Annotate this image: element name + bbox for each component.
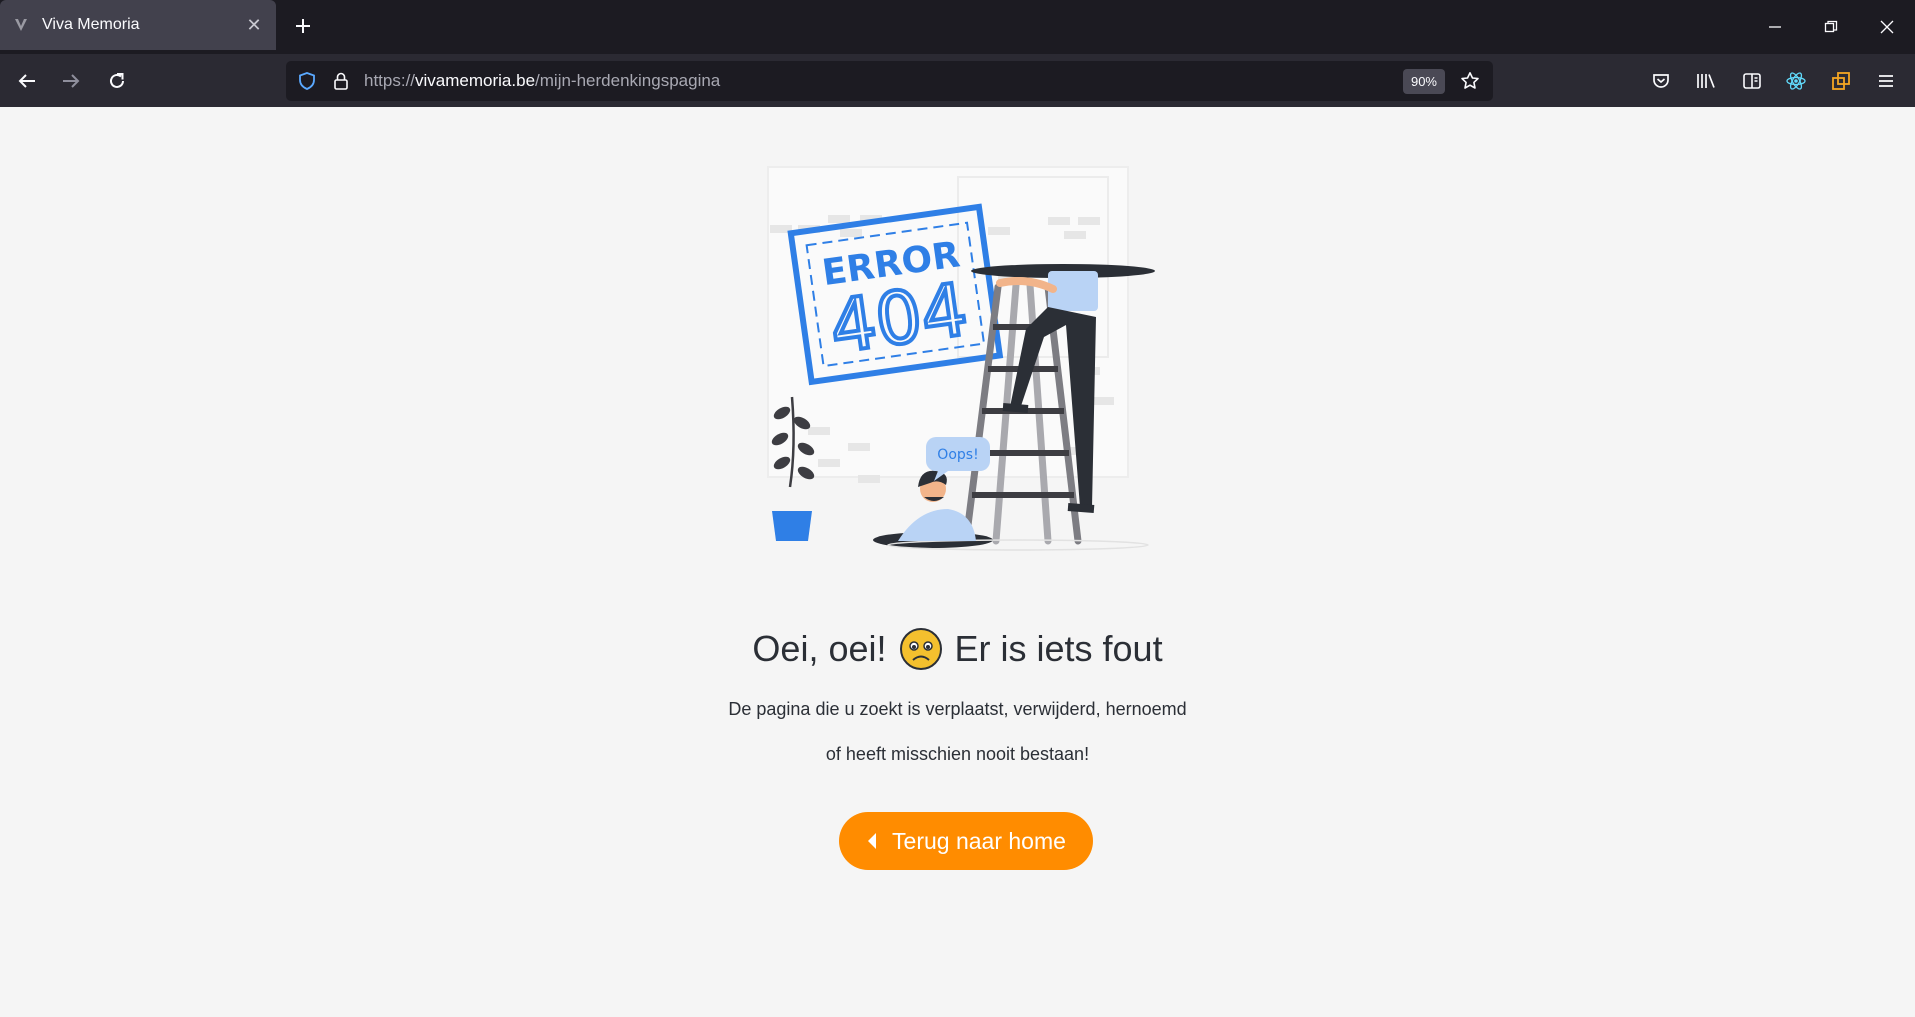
app-menu-button[interactable] bbox=[1867, 62, 1905, 100]
error-message-line-2: of heeft misschien nooit bestaan! bbox=[825, 744, 1090, 764]
tab-close-icon[interactable]: ✕ bbox=[238, 9, 270, 41]
pocket-button[interactable] bbox=[1642, 62, 1680, 100]
react-devtools-icon bbox=[1786, 72, 1806, 90]
tracking-protection-shield-icon[interactable] bbox=[290, 61, 324, 101]
address-bar[interactable]: https://vivamemoria.be/mijn-herdenkingsp… bbox=[286, 61, 1493, 101]
error-heading: Oei, oei! Er is iets fout bbox=[0, 627, 1915, 671]
back-button[interactable] bbox=[8, 62, 46, 100]
url-path: /mijn-herdenkingspagina bbox=[535, 71, 721, 90]
library-button[interactable] bbox=[1687, 62, 1725, 100]
new-tab-button[interactable] bbox=[286, 9, 320, 43]
heading-text-end: Er is iets fout bbox=[954, 628, 1163, 669]
url-host: vivamemoria.be bbox=[415, 71, 536, 90]
arrow-left-icon bbox=[18, 74, 35, 88]
back-to-home-label: Terug naar home bbox=[892, 827, 1066, 854]
sidebar-icon bbox=[1743, 73, 1761, 89]
minimize-button[interactable] bbox=[1747, 0, 1803, 54]
caret-left-icon bbox=[868, 833, 877, 849]
plus-icon bbox=[296, 19, 310, 33]
browser-tab[interactable]: Viva Memoria ✕ bbox=[0, 0, 276, 50]
page-content: ERROR 404 Oops! Oei, oei! Er is iets fou… bbox=[0, 107, 1915, 1017]
reload-button[interactable] bbox=[98, 62, 136, 100]
pocket-icon bbox=[1653, 74, 1669, 88]
heading-text-start: Oei, oei! bbox=[752, 628, 887, 669]
url-text[interactable]: https://vivamemoria.be/mijn-herdenkingsp… bbox=[364, 71, 1403, 91]
bookmark-star-icon[interactable] bbox=[1453, 61, 1487, 101]
restore-button[interactable] bbox=[1803, 0, 1859, 54]
forward-button[interactable] bbox=[52, 62, 90, 100]
url-scheme: https:// bbox=[364, 71, 416, 90]
viva-memoria-logo-icon bbox=[12, 16, 30, 34]
close-icon bbox=[1880, 20, 1894, 34]
zoom-indicator[interactable]: 90% bbox=[1402, 68, 1445, 94]
restore-icon bbox=[1824, 20, 1838, 33]
error-404-illustration: ERROR 404 Oops! bbox=[767, 166, 1155, 551]
library-icon bbox=[1697, 74, 1715, 88]
tab-strip: Viva Memoria ✕ bbox=[0, 0, 1915, 54]
window-close-button[interactable] bbox=[1859, 0, 1915, 54]
lock-icon[interactable] bbox=[324, 61, 358, 101]
minimize-icon bbox=[1769, 26, 1781, 28]
react-devtools-button[interactable] bbox=[1777, 62, 1815, 100]
tab-title: Viva Memoria bbox=[42, 16, 140, 33]
error-message-line-1: De pagina die u zoekt is verplaatst, ver… bbox=[728, 699, 1187, 719]
arrow-right-icon bbox=[63, 74, 80, 88]
reload-icon bbox=[110, 73, 124, 88]
extension-button[interactable] bbox=[1822, 62, 1860, 100]
navigation-toolbar: https://vivamemoria.be/mijn-herdenkingsp… bbox=[0, 54, 1915, 107]
back-to-home-button[interactable]: Terug naar home bbox=[839, 812, 1093, 870]
sad-face-icon bbox=[899, 628, 942, 670]
extension-icon bbox=[1832, 72, 1850, 90]
menu-icon bbox=[1879, 75, 1893, 87]
speech-bubble-text: Oops! bbox=[937, 447, 978, 463]
sidebar-button[interactable] bbox=[1733, 62, 1771, 100]
